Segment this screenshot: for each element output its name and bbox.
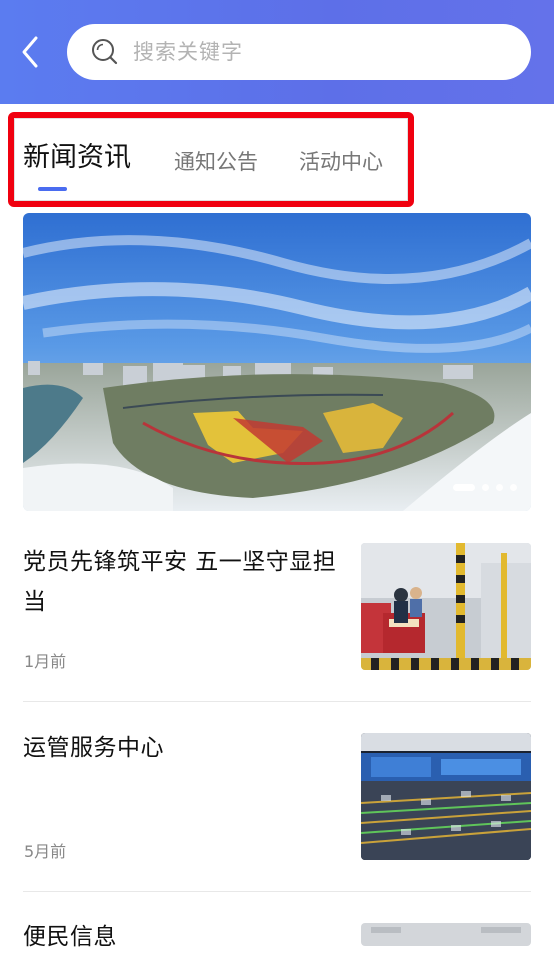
divider [23,701,531,702]
news-time: 1月前 [24,652,67,671]
news-thumbnail [361,543,531,670]
news-item[interactable]: 便民信息 [23,917,531,957]
back-button[interactable] [14,30,50,74]
news-time: 5月前 [24,842,67,861]
tab-news[interactable]: 新闻资讯 [23,138,131,178]
carousel-indicator [453,484,517,491]
news-title: 运管服务中心 [23,735,164,761]
news-title: 便民信息 [23,924,117,950]
top-header: 搜索关键字 [0,0,554,104]
news-title: 党员先锋筑平安 五一坚守显担当 [23,549,337,615]
news-item[interactable]: 运管服务中心 5月前 [23,728,531,863]
tab-activities[interactable]: 活动中心 [299,142,383,182]
carousel-dot [482,484,489,491]
category-tabs: 新闻资讯 通知公告 活动中心 [0,104,554,204]
divider [23,891,531,892]
news-thumbnail [361,733,531,860]
banner-image [23,213,531,511]
carousel-dot [510,484,517,491]
news-thumbnail [361,923,531,946]
chevron-left-icon [22,36,38,68]
carousel-dot-active [453,484,475,491]
tab-notices[interactable]: 通知公告 [174,142,258,182]
active-tab-indicator [38,187,67,191]
search-icon [92,39,118,65]
news-item[interactable]: 党员先锋筑平安 五一坚守显担当 1月前 [23,542,531,672]
search-placeholder: 搜索关键字 [133,40,243,64]
banner-carousel[interactable] [23,213,531,511]
search-input[interactable]: 搜索关键字 [67,24,531,80]
carousel-dot [496,484,503,491]
